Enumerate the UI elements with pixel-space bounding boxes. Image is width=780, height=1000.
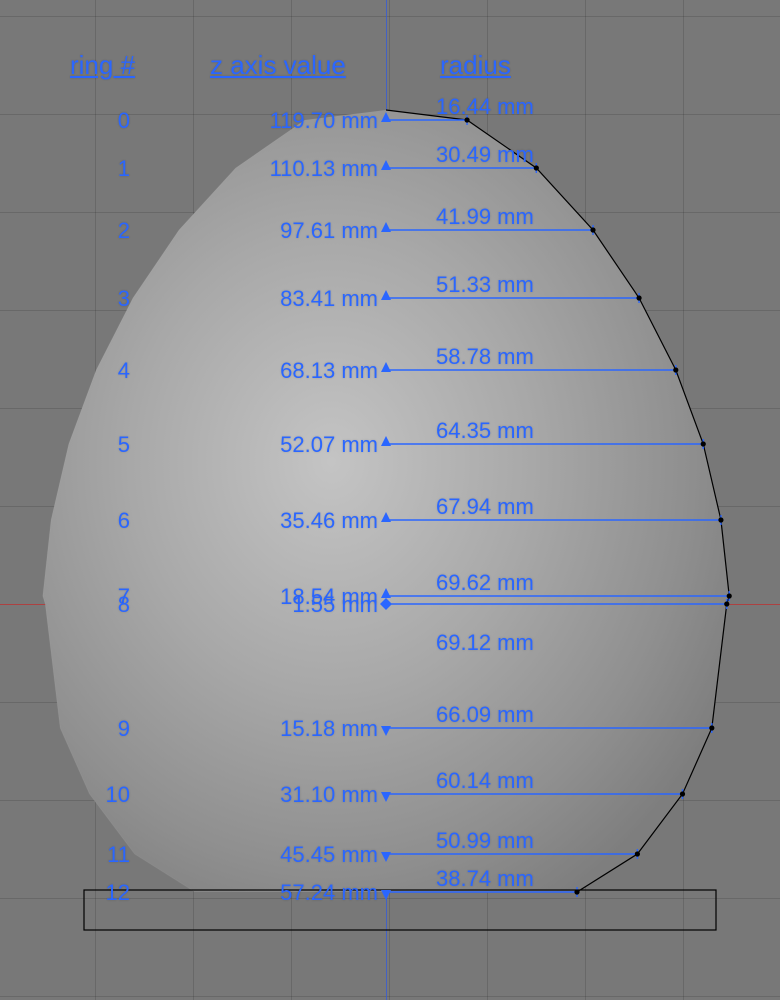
radius-value: 16.44 mm bbox=[436, 94, 534, 120]
radius-value: 51.33 mm bbox=[436, 272, 534, 298]
z-axis bbox=[386, 0, 387, 1000]
ring-number: 12 bbox=[90, 880, 130, 906]
radius-value: 50.99 mm bbox=[436, 828, 534, 854]
ring-number: 9 bbox=[90, 716, 130, 742]
header-ring: ring # bbox=[70, 50, 135, 81]
ring-number: 0 bbox=[90, 108, 130, 134]
radius-value: 66.09 mm bbox=[436, 702, 534, 728]
radius-value: 41.99 mm bbox=[436, 204, 534, 230]
z-value: 1.55 mm bbox=[292, 592, 378, 618]
ring-number: 8 bbox=[90, 592, 130, 618]
radius-value: 38.74 mm bbox=[436, 866, 534, 892]
radius-value: 30.49 mm bbox=[436, 142, 534, 168]
z-value: 31.10 mm bbox=[280, 782, 378, 808]
ring-number: 2 bbox=[90, 218, 130, 244]
ring-number: 11 bbox=[90, 842, 130, 868]
radius-value: 60.14 mm bbox=[436, 768, 534, 794]
z-value: 45.45 mm bbox=[280, 842, 378, 868]
radius-value: 58.78 mm bbox=[436, 344, 534, 370]
ring-number: 4 bbox=[90, 358, 130, 384]
header-radius: radius bbox=[440, 50, 511, 81]
z-value: 35.46 mm bbox=[280, 508, 378, 534]
radius-value: 69.62 mm bbox=[436, 570, 534, 596]
radius-value: 67.94 mm bbox=[436, 494, 534, 520]
z-value: 57.24 mm bbox=[280, 880, 378, 906]
radius-value: 64.35 mm bbox=[436, 418, 534, 444]
z-value: 52.07 mm bbox=[280, 432, 378, 458]
z-value: 83.41 mm bbox=[280, 286, 378, 312]
z-value: 15.18 mm bbox=[280, 716, 378, 742]
radius-value: 69.12 mm bbox=[436, 630, 534, 656]
header-z-axis: z axis value bbox=[210, 50, 346, 81]
z-value: 110.13 mm bbox=[270, 156, 378, 182]
ring-number: 10 bbox=[90, 782, 130, 808]
ring-number: 6 bbox=[90, 508, 130, 534]
z-value: 97.61 mm bbox=[280, 218, 378, 244]
ring-number: 5 bbox=[90, 432, 130, 458]
ring-number: 1 bbox=[90, 156, 130, 182]
z-value: 119.70 mm bbox=[270, 108, 378, 134]
ring-number: 3 bbox=[90, 286, 130, 312]
z-value: 68.13 mm bbox=[280, 358, 378, 384]
